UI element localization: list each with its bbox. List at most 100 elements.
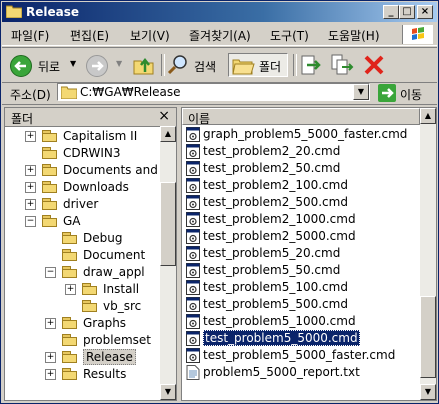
close-button[interactable]: ×	[417, 5, 433, 19]
cmd-file-icon	[186, 280, 200, 295]
expand-icon[interactable]: +	[45, 369, 56, 380]
scroll-up-icon[interactable]: ▲	[160, 126, 176, 142]
up-button[interactable]	[132, 53, 156, 77]
folder-icon	[62, 232, 78, 244]
folder-tree-item-label: Results	[83, 367, 127, 381]
folder-pane-close-icon[interactable]: ×	[158, 108, 170, 124]
folder-tree-item-label: Install	[103, 282, 140, 296]
menu-favorites[interactable]: 즐겨찾기(A)	[189, 27, 251, 44]
cmd-file-icon	[186, 229, 200, 244]
delete-button[interactable]	[362, 53, 386, 77]
copy-to-icon	[331, 54, 354, 75]
folder-tree-item-label: Graphs	[83, 316, 127, 330]
collapse-icon[interactable]: −	[25, 216, 36, 227]
folder-pane-header: 폴더 ×	[5, 108, 176, 127]
menu-tools[interactable]: 도구(T)	[270, 27, 309, 44]
title-bar[interactable]: Release _ □ ×	[2, 2, 437, 22]
copy-to-button[interactable]	[330, 53, 354, 77]
scroll-up-icon[interactable]: ▲	[420, 108, 436, 124]
folder-icon	[82, 283, 98, 295]
scroll-down-icon[interactable]: ▼	[420, 384, 436, 400]
name-column-header[interactable]: 이름	[182, 108, 420, 126]
file-name: test_problem2_5000.cmd	[203, 229, 356, 243]
expand-icon[interactable]: +	[25, 182, 36, 193]
file-name: test_problem5_100.cmd	[203, 280, 348, 294]
minimize-button[interactable]: _	[383, 5, 399, 19]
go-button[interactable]: 이동	[378, 84, 434, 102]
search-icon	[167, 55, 187, 75]
cmd-file-icon	[186, 331, 200, 346]
move-to-icon	[301, 55, 321, 75]
forward-dropdown-icon[interactable]: ▼	[116, 59, 122, 68]
folder-icon	[42, 147, 58, 159]
folder-icon	[42, 181, 58, 193]
address-value: C:₩GA₩Release	[80, 85, 181, 99]
folder-tree-item-label: Release	[83, 349, 136, 365]
folder-tree-item-label: draw_appl	[83, 265, 145, 279]
file-name: test_problem5_5000.cmd	[203, 330, 360, 346]
expand-icon[interactable]: +	[25, 131, 36, 142]
address-input[interactable]: C:₩GA₩Release ▼	[57, 83, 370, 101]
folder-up-icon	[133, 57, 154, 75]
cmd-file-icon	[186, 297, 200, 312]
cmd-file-icon	[186, 263, 200, 278]
expand-icon[interactable]: +	[65, 284, 76, 295]
cmd-file-icon	[186, 212, 200, 227]
folder-icon	[42, 130, 58, 142]
back-button[interactable]: 뒤로 ▼	[8, 53, 78, 77]
scroll-thumb[interactable]	[420, 296, 436, 378]
maximize-button[interactable]: □	[399, 5, 415, 19]
expand-icon[interactable]: +	[45, 352, 56, 363]
move-to-button[interactable]	[299, 53, 323, 77]
delete-icon	[364, 55, 384, 75]
txt-file-icon	[186, 365, 200, 380]
go-arrow-icon	[378, 84, 396, 102]
back-dropdown-icon[interactable]: ▼	[70, 59, 76, 68]
folder-tree-item-label: GA	[63, 214, 81, 228]
folder-pane-title: 폴더	[11, 112, 34, 126]
window-title: Release	[26, 5, 80, 19]
menu-edit[interactable]: 편집(E)	[70, 27, 109, 44]
search-button[interactable]: 검색	[166, 53, 226, 77]
address-dropdown-icon[interactable]: ▼	[353, 84, 369, 100]
folder-icon	[82, 300, 98, 312]
collapse-icon[interactable]: −	[45, 267, 56, 278]
folder-tree-item-label: driver	[63, 197, 99, 211]
cmd-file-icon	[186, 314, 200, 329]
search-label: 검색	[194, 60, 217, 74]
folders-button[interactable]: 폴더	[228, 53, 288, 77]
file-name: test_problem5_1000.cmd	[203, 314, 356, 328]
menu-view[interactable]: 보기(V)	[130, 27, 170, 44]
folder-icon	[62, 249, 78, 261]
folder-icon	[42, 164, 58, 176]
folder-tree-scrollbar[interactable]: ▲ ▼	[160, 126, 176, 400]
forward-button[interactable]: ▼	[84, 53, 128, 77]
folder-icon	[62, 351, 78, 363]
expand-icon[interactable]: +	[25, 165, 36, 176]
folder-tree-item-label: Documents and S	[63, 163, 170, 177]
file-name: test_problem2_100.cmd	[203, 178, 348, 192]
file-list-scrollbar[interactable]: ▲ ▼	[420, 108, 436, 400]
windows-logo-icon	[402, 25, 433, 44]
file-name: graph_problem5_5000_faster.cmd	[203, 127, 408, 141]
cmd-file-icon	[186, 348, 200, 363]
folder-icon	[62, 334, 78, 346]
menu-bar: 파일(F) 편집(E) 보기(V) 즐겨찾기(A) 도구(T) 도움말(H)	[2, 23, 437, 46]
folder-tree-item-label: Document	[83, 248, 146, 262]
forward-arrow-icon	[86, 55, 108, 77]
address-label: 주소(D)	[10, 88, 51, 102]
file-name: test_problem2_500.cmd	[203, 195, 348, 209]
scroll-down-icon[interactable]: ▼	[160, 384, 176, 400]
scroll-thumb[interactable]	[160, 182, 176, 266]
file-name: test_problem2_20.cmd	[203, 144, 341, 158]
cmd-file-icon	[186, 178, 200, 193]
folders-label: 폴더	[259, 60, 282, 74]
explorer-window: Release _ □ × 파일(F) 편집(E) 보기(V) 즐겨찾기(A) …	[0, 0, 439, 404]
file-name: test_problem5_500.cmd	[203, 297, 348, 311]
menu-file[interactable]: 파일(F)	[11, 27, 49, 44]
expand-icon[interactable]: +	[25, 199, 36, 210]
expand-icon[interactable]: +	[45, 318, 56, 329]
file-name: problem5_5000_report.txt	[203, 365, 360, 379]
menu-help[interactable]: 도움말(H)	[328, 27, 380, 44]
folder-icon	[61, 86, 77, 99]
